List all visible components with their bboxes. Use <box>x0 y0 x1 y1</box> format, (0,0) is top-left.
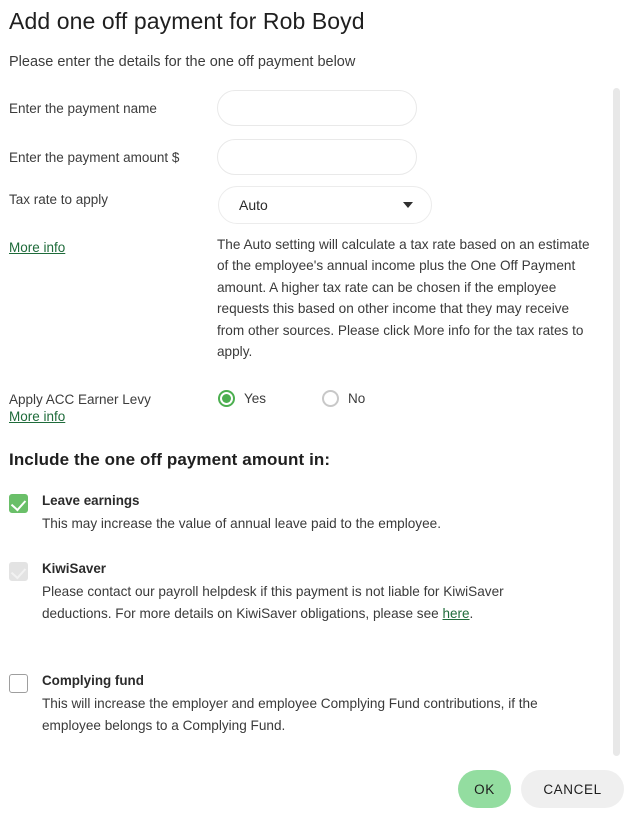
payment-amount-label: Enter the payment amount $ <box>9 150 180 165</box>
checkbox-complying-fund-description: This will increase the employer and empl… <box>42 696 538 733</box>
checkbox-row-leave-earnings: Leave earnings This may increase the val… <box>9 492 609 535</box>
page-subtitle: Please enter the details for the one off… <box>9 54 356 70</box>
chevron-down-icon <box>403 202 413 208</box>
checkbox-kiwisaver-label: KiwiSaver <box>42 561 107 576</box>
scrollbar-thumb[interactable] <box>613 88 620 756</box>
checkbox-leave-earnings-label: Leave earnings <box>42 493 140 508</box>
acc-radio-group: Yes No <box>218 390 365 407</box>
checkbox-kiwisaver-description: Please contact our payroll helpdesk if t… <box>42 581 542 624</box>
acc-radio-no[interactable]: No <box>322 390 365 407</box>
checkbox-complying-fund[interactable] <box>9 674 28 693</box>
page-title: Add one off payment for Rob Boyd <box>9 8 365 34</box>
one-off-payment-dialog: Add one off payment for Rob Boyd Please … <box>0 0 637 830</box>
payment-amount-input[interactable] <box>217 139 417 175</box>
tax-help-text: The Auto setting will calculate a tax ra… <box>217 237 590 360</box>
acc-radio-yes[interactable]: Yes <box>218 390 266 407</box>
tax-more-info-link[interactable]: More info <box>9 240 65 255</box>
check-icon <box>10 495 27 512</box>
tax-rate-select[interactable]: Auto <box>218 186 432 224</box>
radio-unselected-icon <box>322 390 340 407</box>
kiwisaver-desc-part1: Please contact our payroll helpdesk if t… <box>42 584 504 621</box>
checkbox-leave-earnings[interactable] <box>9 494 28 513</box>
checkbox-row-complying-fund: Complying fund This will increase the em… <box>9 672 609 736</box>
checkbox-row-kiwisaver: KiwiSaver Please contact our payroll hel… <box>9 560 609 624</box>
acc-earner-levy-label: Apply ACC Earner Levy <box>9 392 151 407</box>
acc-more-info-link[interactable]: More info <box>9 409 65 424</box>
kiwisaver-here-link[interactable]: here <box>442 606 469 621</box>
acc-radio-no-label: No <box>348 391 366 406</box>
tax-rate-selected-value: Auto <box>239 197 268 213</box>
payment-name-input[interactable] <box>217 90 417 126</box>
kiwisaver-desc-part2: . <box>469 605 474 621</box>
radio-selected-icon <box>218 390 235 407</box>
payment-name-label: Enter the payment name <box>9 101 157 116</box>
acc-radio-yes-label: Yes <box>244 391 267 406</box>
checkbox-leave-earnings-description: This may increase the value of annual le… <box>42 516 441 531</box>
tax-rate-label: Tax rate to apply <box>9 192 109 207</box>
include-section-heading: Include the one off payment amount in: <box>9 450 331 469</box>
checkbox-complying-fund-label: Complying fund <box>42 673 144 688</box>
ok-button[interactable]: OK <box>458 770 511 808</box>
cancel-button[interactable]: CANCEL <box>521 770 624 808</box>
checkbox-kiwisaver <box>9 562 28 581</box>
check-icon <box>10 563 27 580</box>
